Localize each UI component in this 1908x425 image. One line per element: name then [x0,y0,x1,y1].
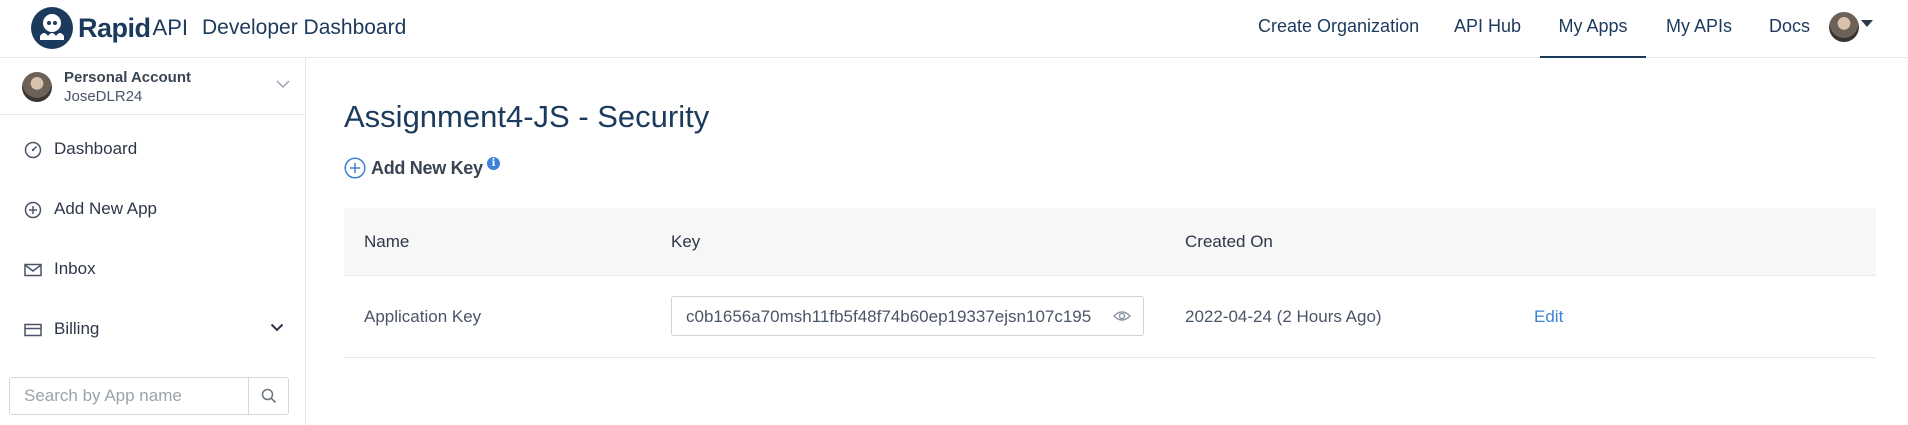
brand-subtitle: Developer Dashboard [201,16,407,39]
api-key-value: c0b1656a70msh11fb5f48f74b60ep19337ejsn10… [686,307,1092,326]
sidebar-item-label: Billing [54,319,100,338]
column-header-name: Name [364,232,410,251]
table-row: Application Key c0b1656a70msh11fb5f48f74… [344,276,1876,358]
mail-icon [24,263,42,277]
sidebar: Personal Account JoseDLR24 Dashboard Add… [0,58,306,425]
billing-icon [24,323,42,337]
eye-icon[interactable] [1113,309,1131,323]
page-title: Assignment4-JS - Security [344,99,710,134]
column-header-created-on: Created On [1185,232,1273,251]
sidebar-item-inbox[interactable]: Inbox [0,246,305,294]
nav-create-organization[interactable]: Create Organization [1258,0,1419,58]
chevron-down-icon [270,323,284,332]
dashboard-icon [24,141,42,159]
brand-suffix: API [152,15,188,40]
account-type: Personal Account [64,69,191,86]
user-avatar[interactable] [1829,12,1859,42]
sidebar-item-label: Dashboard [54,139,138,158]
nav-api-hub[interactable]: API Hub [1454,0,1521,58]
nav-my-apps[interactable]: My Apps [1540,0,1646,58]
sidebar-item-label: Add New App [54,199,158,218]
caret-down-icon[interactable] [1861,20,1873,27]
app-search-input[interactable] [10,378,248,414]
add-new-key-label: Add New Key [371,157,483,178]
rapidapi-logo-icon [31,7,73,49]
nav-docs[interactable]: Docs [1769,0,1810,58]
sidebar-item-dashboard[interactable]: Dashboard [0,126,305,174]
info-icon[interactable]: i [487,157,500,170]
sidebar-item-billing[interactable]: Billing [0,306,305,354]
created-on-cell: 2022-04-24 (2 Hours Ago) [1185,307,1382,326]
chevron-down-icon [276,80,290,89]
key-name-cell: Application Key [364,307,482,326]
add-new-key-button[interactable]: Add New Key [344,156,483,180]
table-header: Name Key Created On [344,208,1876,276]
edit-key-link[interactable]: Edit [1534,307,1563,327]
brand-logo-link[interactable]: Rapid API Developer Dashboard [30,4,406,52]
search-icon [261,388,277,404]
sidebar-item-add-new-app[interactable]: Add New App [0,186,305,234]
api-key-field[interactable]: c0b1656a70msh11fb5f48f74b60ep19337ejsn10… [671,296,1144,336]
app-search [9,377,289,415]
top-navbar: Rapid API Developer Dashboard Create Org… [0,0,1908,58]
account-switcher[interactable]: Personal Account JoseDLR24 [0,58,305,115]
nav-my-apis[interactable]: My APIs [1666,0,1732,58]
account-avatar [22,72,52,102]
plus-circle-icon [24,201,42,219]
brand-name: Rapid [78,12,151,43]
sidebar-item-label: Inbox [54,259,96,278]
search-button[interactable] [248,378,289,414]
column-header-key: Key [671,232,701,251]
plus-circle-icon [344,157,366,179]
account-username: JoseDLR24 [64,88,143,105]
